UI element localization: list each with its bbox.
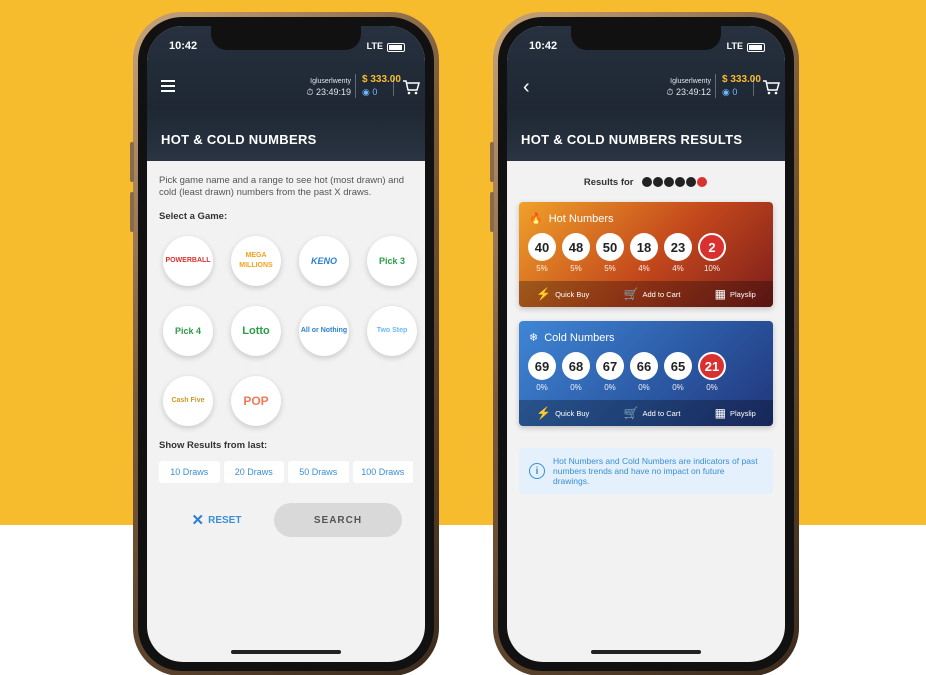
- cold-percent: 0%: [638, 383, 650, 393]
- game-pop[interactable]: POP: [231, 376, 281, 426]
- game-powerball[interactable]: POWERBALL: [163, 236, 213, 286]
- info-note-text: Hot Numbers and Cold Numbers are indicat…: [553, 456, 758, 487]
- hot-ball: 50: [596, 233, 624, 262]
- back-arrow-icon[interactable]: ‹: [523, 76, 530, 99]
- user-info: Igluserlwenty ⏱ 23:49:19: [265, 76, 351, 98]
- draws-selector: 10 Draws 20 Draws 50 Draws 100 Draws: [159, 461, 413, 483]
- cart-icon: 🛒: [623, 287, 639, 302]
- app-header: 10:42 LTE Igluserlwenty ⏱ 23:49:19 $ 333…: [147, 26, 425, 161]
- close-icon: ✕: [191, 512, 205, 529]
- hot-quick-buy-button[interactable]: ⚡ Quick Buy: [536, 287, 589, 301]
- qr-code-icon: ▦: [714, 406, 726, 421]
- cold-numbers-card: ❄ Cold Numbers 69 0% 68 0% 67 0% 66 0% 65 0% …: [519, 321, 773, 427]
- game-all-or-nothing[interactable]: All or Nothing: [299, 306, 349, 356]
- powerball-logo: [642, 177, 708, 188]
- hot-ball: 48: [562, 233, 590, 262]
- right-phone: 10:42 LTE ‹ Igluserlwenty ⏱ 23:49:12 $ 3…: [490, 12, 799, 675]
- hamburger-menu-icon[interactable]: [161, 80, 175, 92]
- username: Igluserlwenty: [310, 78, 351, 85]
- cold-ball: 65: [664, 352, 692, 381]
- hot-cold-screen: 10:42 LTE Igluserlwenty ⏱ 23:49:19 $ 333…: [147, 26, 425, 662]
- cold-numbers-heading: Cold Numbers: [544, 331, 615, 344]
- status-bar: 10:42 LTE: [529, 40, 765, 56]
- game-two-step[interactable]: Two Step: [367, 306, 417, 356]
- game-pick4[interactable]: Pick 4: [163, 306, 213, 356]
- app-header: 10:42 LTE ‹ Igluserlwenty ⏱ 23:49:12 $ 3…: [507, 26, 785, 161]
- status-time: 10:42: [169, 40, 198, 52]
- battery-icon: [747, 43, 765, 52]
- cold-ball: 69: [528, 352, 556, 381]
- hot-powerball: 2: [698, 233, 726, 262]
- cold-powerball: 21: [698, 352, 726, 381]
- status-time: 10:42: [529, 40, 558, 52]
- info-icon: i: [529, 463, 545, 480]
- cold-quick-buy-button[interactable]: ⚡ Quick Buy: [536, 406, 589, 420]
- game-keno[interactable]: KENO: [299, 236, 349, 286]
- hot-ball: 18: [630, 233, 658, 262]
- hot-percent: 5%: [536, 264, 548, 274]
- hot-ball: 23: [664, 233, 692, 262]
- battery-icon: [387, 43, 405, 52]
- cart-icon[interactable]: [393, 78, 420, 96]
- hot-percent: 5%: [604, 264, 616, 274]
- draws-100-option[interactable]: 100 Draws: [352, 461, 413, 483]
- qr-code-icon: ▦: [714, 287, 726, 302]
- cold-percent: 0%: [536, 383, 548, 393]
- cold-percent: 0%: [570, 383, 582, 393]
- draws-20-option[interactable]: 20 Draws: [223, 461, 284, 483]
- reset-button[interactable]: ✕ RESET: [159, 511, 274, 529]
- page-title: HOT & COLD NUMBERS RESULTS: [521, 132, 743, 147]
- search-button[interactable]: SEARCH: [274, 503, 402, 537]
- cold-ball: 67: [596, 352, 624, 381]
- intro-text: Pick game name and a range to see hot (m…: [159, 175, 405, 198]
- results-for: Results for: [519, 177, 773, 188]
- status-bar: 10:42 LTE: [169, 40, 405, 56]
- hot-playslip-button[interactable]: ▦ Playslip: [715, 287, 756, 301]
- hot-add-to-cart-button[interactable]: 🛒 Add to Cart: [624, 287, 681, 301]
- session-timer: ⏱ 23:49:12: [666, 87, 711, 97]
- cold-percent: 0%: [706, 383, 718, 393]
- hot-numbers-card: 🔥 Hot Numbers 40 5% 48 5% 50 5% 18 4% 23 4% 2…: [519, 202, 773, 308]
- page-title: HOT & COLD NUMBERS: [161, 132, 317, 147]
- user-info: Igluserlwenty ⏱ 23:49:12: [625, 76, 711, 98]
- quick-buy-icon: ⚡: [536, 287, 552, 302]
- hot-percent: 10%: [703, 264, 720, 274]
- cold-percent: 0%: [604, 383, 616, 393]
- network-label: LTE: [366, 41, 383, 51]
- select-game-label: Select a Game:: [159, 211, 228, 222]
- hot-percent: 5%: [570, 264, 582, 274]
- session-timer: ⏱ 23:49:19: [306, 87, 351, 97]
- show-results-label: Show Results from last:: [159, 440, 268, 451]
- draws-10-option[interactable]: 10 Draws: [159, 461, 220, 483]
- left-phone: 10:42 LTE Igluserlwenty ⏱ 23:49:19 $ 333…: [130, 12, 439, 675]
- hot-percent: 4%: [672, 264, 684, 274]
- home-indicator[interactable]: [591, 650, 701, 654]
- cold-add-to-cart-button[interactable]: 🛒 Add to Cart: [624, 406, 681, 420]
- reset-label: RESET: [208, 514, 242, 526]
- cold-percent: 0%: [672, 383, 684, 393]
- quick-buy-icon: ⚡: [536, 406, 552, 421]
- game-grid: POWERBALL MEGA MILLIONS KENO Pick 3 Pick…: [163, 236, 417, 426]
- cold-playslip-button[interactable]: ▦ Playslip: [715, 406, 756, 420]
- game-mega-millions[interactable]: MEGA MILLIONS: [231, 236, 281, 286]
- draws-50-option[interactable]: 50 Draws: [288, 461, 349, 483]
- results-screen: 10:42 LTE ‹ Igluserlwenty ⏱ 23:49:12 $ 3…: [507, 26, 785, 662]
- snowflake-icon: ❄: [529, 332, 539, 345]
- cold-ball: 68: [562, 352, 590, 381]
- game-lotto[interactable]: Lotto: [231, 306, 281, 356]
- network-label: LTE: [726, 41, 743, 51]
- hot-numbers-heading: Hot Numbers: [548, 212, 614, 225]
- cart-icon: 🛒: [623, 406, 639, 421]
- flame-icon: 🔥: [529, 213, 543, 226]
- hot-percent: 4%: [638, 264, 650, 274]
- cart-icon[interactable]: [753, 78, 780, 96]
- game-cash-five[interactable]: Cash Five: [163, 376, 213, 426]
- info-note: i Hot Numbers and Cold Numbers are indic…: [519, 448, 773, 495]
- hot-ball: 40: [528, 233, 556, 262]
- cold-ball: 66: [630, 352, 658, 381]
- home-indicator[interactable]: [231, 650, 341, 654]
- game-pick3[interactable]: Pick 3: [367, 236, 417, 286]
- username: Igluserlwenty: [670, 78, 711, 85]
